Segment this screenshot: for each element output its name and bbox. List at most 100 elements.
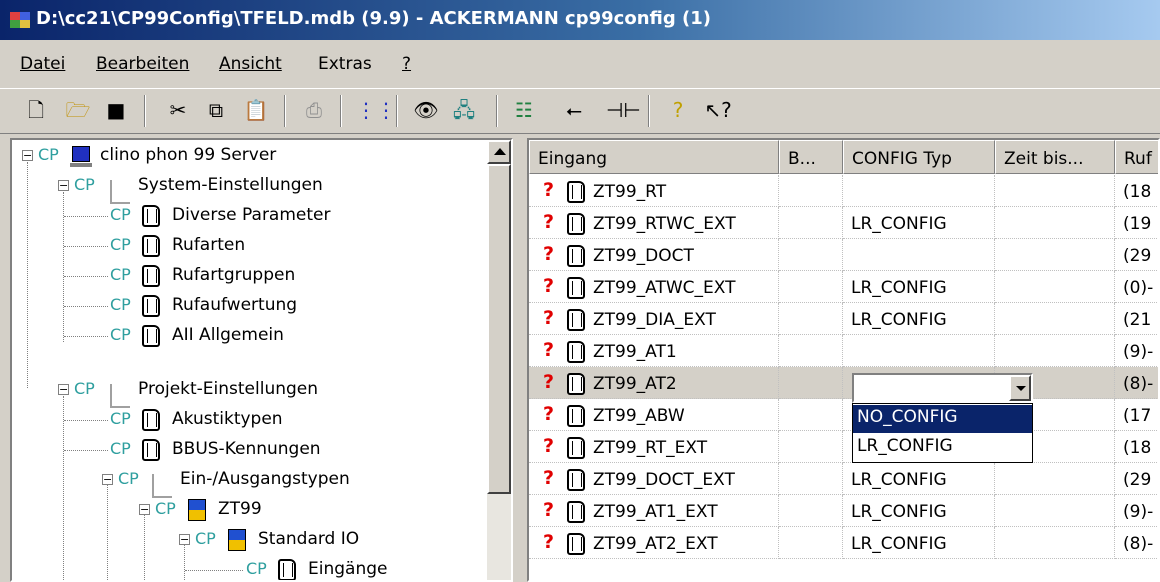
tree-connector bbox=[185, 570, 243, 571]
scrollbar-thumb[interactable] bbox=[487, 164, 511, 494]
column-header-b[interactable]: B... bbox=[779, 140, 843, 174]
cell-config-typ[interactable]: LR_CONFIG bbox=[843, 463, 995, 495]
cell-config-typ[interactable] bbox=[843, 239, 995, 271]
table-row[interactable]: ? ZT99_AT1 (9)- bbox=[529, 335, 1158, 367]
collapse-icon[interactable]: − bbox=[139, 504, 150, 515]
tree-view[interactable]: − CP clino phon 99 Server − CP System-Ei… bbox=[10, 138, 513, 582]
collapse-icon[interactable]: − bbox=[102, 474, 113, 485]
cp-label: CP bbox=[38, 145, 59, 164]
document-icon bbox=[567, 309, 585, 331]
tree-item-bbus-kennungen[interactable]: CP BBUS-Kennungen bbox=[12, 436, 481, 466]
save-icon[interactable]: ■ bbox=[102, 96, 130, 124]
document-icon bbox=[567, 373, 585, 395]
cell-ruf: (0)- bbox=[1115, 271, 1158, 303]
config-typ-combo[interactable] bbox=[852, 373, 1033, 403]
cell-b bbox=[779, 239, 843, 271]
cell-config-typ[interactable]: LR_CONFIG bbox=[843, 207, 995, 239]
table-row[interactable]: ? ZT99_DIA_EXT LR_CONFIG (21 bbox=[529, 303, 1158, 335]
table-row[interactable]: ? ZT99_RT_EXT (18 bbox=[529, 431, 1158, 463]
column-header-config-typ[interactable]: CONFIG Typ bbox=[843, 140, 995, 174]
status-question-icon: ? bbox=[543, 307, 555, 329]
connector-icon[interactable]: ⊣⊢ bbox=[606, 96, 641, 124]
tree-item-aii-allgemein[interactable]: CP AII Allgemein bbox=[12, 322, 481, 352]
table-row[interactable]: ? ZT99_AT2 (8)- bbox=[529, 367, 1158, 399]
column-header-ruf[interactable]: Ruf bbox=[1115, 140, 1158, 174]
cell-config-typ[interactable] bbox=[843, 175, 995, 207]
column-header-eingang[interactable]: Eingang bbox=[529, 140, 779, 174]
tree-item-rufarten[interactable]: CP Rufarten bbox=[12, 232, 481, 262]
tree-item-label: Akustiktypen bbox=[172, 409, 283, 429]
table-row[interactable]: ? ZT99_ATWC_EXT LR_CONFIG (0)- bbox=[529, 271, 1158, 303]
table-row[interactable]: ? ZT99_ABW (17 bbox=[529, 399, 1158, 431]
tree-item-zt99[interactable]: − CP ZT99 bbox=[12, 496, 481, 526]
cell-config-typ[interactable] bbox=[843, 335, 995, 367]
network-icon[interactable]: 🖧 bbox=[450, 96, 478, 124]
cell-config-typ[interactable]: LR_CONFIG bbox=[843, 303, 995, 335]
table-row[interactable]: ? ZT99_DOCT (29 bbox=[529, 239, 1158, 271]
document-icon bbox=[142, 235, 160, 257]
context-help-icon[interactable]: ↖? bbox=[704, 96, 732, 124]
pane-splitter[interactable] bbox=[513, 138, 527, 582]
cell-ruf: (8)- bbox=[1115, 367, 1158, 399]
scroll-up-button[interactable] bbox=[487, 140, 511, 164]
title-bar[interactable]: D:\cc21\CP99Config\TFELD.mdb (9.9) - ACK… bbox=[0, 0, 1160, 40]
table-row[interactable]: ? ZT99_DOCT_EXT LR_CONFIG (29 bbox=[529, 463, 1158, 495]
table-row[interactable]: ? ZT99_RT (18 bbox=[529, 175, 1158, 207]
table-row[interactable]: ? ZT99_RTWC_EXT LR_CONFIG (19 bbox=[529, 207, 1158, 239]
tree-item-standard-io[interactable]: − CP Standard IO bbox=[12, 526, 481, 556]
cell-config-typ[interactable]: LR_CONFIG bbox=[843, 271, 995, 303]
tree-item-ein-ausgangstypen[interactable]: − CP Ein-/Ausgangstypen bbox=[12, 466, 481, 498]
toolbar-separator bbox=[144, 95, 146, 127]
eingang-name: ZT99_ABW bbox=[593, 406, 685, 426]
document-icon bbox=[142, 295, 160, 317]
usb-icon[interactable]: ⭠ bbox=[560, 96, 588, 124]
tree-item-projekt-einstellungen[interactable]: − CP Projekt-Einstellungen bbox=[12, 376, 481, 408]
option-no-config[interactable]: NO_CONFIG bbox=[853, 405, 1032, 433]
table-row[interactable]: ? ZT99_AT2_EXT LR_CONFIG (8)- bbox=[529, 527, 1158, 559]
tree-icon[interactable]: ☷ bbox=[510, 96, 538, 124]
cp-label: CP bbox=[110, 205, 131, 224]
tree-item-diverse-parameter[interactable]: CP Diverse Parameter bbox=[12, 202, 481, 232]
help-icon[interactable]: ? bbox=[664, 96, 692, 124]
node-icon bbox=[110, 180, 130, 204]
collapse-icon[interactable]: − bbox=[58, 384, 69, 395]
menu-datei[interactable]: Datei bbox=[20, 54, 65, 74]
table-row[interactable]: ? ZT99_AT1_EXT LR_CONFIG (9)- bbox=[529, 495, 1158, 527]
cell-config-typ[interactable]: LR_CONFIG bbox=[843, 495, 995, 527]
tree-item-system-einstellungen[interactable]: − CP System-Einstellungen bbox=[12, 172, 481, 204]
option-lr-config[interactable]: LR_CONFIG bbox=[853, 434, 1032, 462]
grid-icon[interactable]: ⋮⋮ bbox=[356, 96, 396, 124]
menu-help[interactable]: ? bbox=[402, 54, 411, 74]
copy-icon[interactable]: ⧉ bbox=[202, 96, 230, 124]
tree-item-server[interactable]: − CP clino phon 99 Server bbox=[12, 142, 481, 172]
dropdown-arrow-icon[interactable] bbox=[1009, 375, 1031, 401]
collapse-icon[interactable]: − bbox=[58, 180, 69, 191]
column-header-zeit-bis[interactable]: Zeit bis... bbox=[995, 140, 1115, 174]
menu-bearbeiten[interactable]: Bearbeiten bbox=[96, 54, 189, 74]
cut-icon[interactable]: ✂ bbox=[164, 96, 192, 124]
cell-b bbox=[779, 495, 843, 527]
paste-icon[interactable]: 📋 bbox=[242, 96, 270, 124]
document-icon bbox=[567, 277, 585, 299]
tree-item-rufartgruppen[interactable]: CP Rufartgruppen bbox=[12, 262, 481, 292]
cell-zeit-bis bbox=[995, 335, 1115, 367]
inputs-list[interactable]: Eingang B... CONFIG Typ Zeit bis... Ruf … bbox=[527, 138, 1160, 582]
cell-config-typ[interactable]: LR_CONFIG bbox=[843, 527, 995, 559]
open-icon[interactable]: 🗁 bbox=[64, 96, 92, 124]
view-icon[interactable]: 👁 bbox=[412, 96, 440, 124]
collapse-icon[interactable]: − bbox=[179, 534, 190, 545]
tree-item-akustiktypen[interactable]: CP Akustiktypen bbox=[12, 406, 481, 436]
config-typ-dropdown: NO_CONFIG LR_CONFIG bbox=[852, 403, 1033, 463]
document-icon bbox=[567, 213, 585, 235]
cp-label: CP bbox=[118, 469, 139, 488]
collapse-icon[interactable]: − bbox=[22, 150, 33, 161]
new-icon[interactable]: 🗋 bbox=[22, 96, 50, 124]
cell-b bbox=[779, 399, 843, 431]
document-icon bbox=[567, 501, 585, 523]
tree-scrollbar[interactable] bbox=[487, 140, 511, 580]
tree-item-rufaufwertung[interactable]: CP Rufaufwertung bbox=[12, 292, 481, 322]
tree-item-eingaenge[interactable]: CP Eingänge bbox=[12, 556, 481, 580]
print-icon[interactable]: ⎙ bbox=[300, 96, 328, 124]
menu-ansicht[interactable]: Ansicht bbox=[219, 54, 282, 74]
menu-extras[interactable]: Extras bbox=[318, 54, 372, 74]
